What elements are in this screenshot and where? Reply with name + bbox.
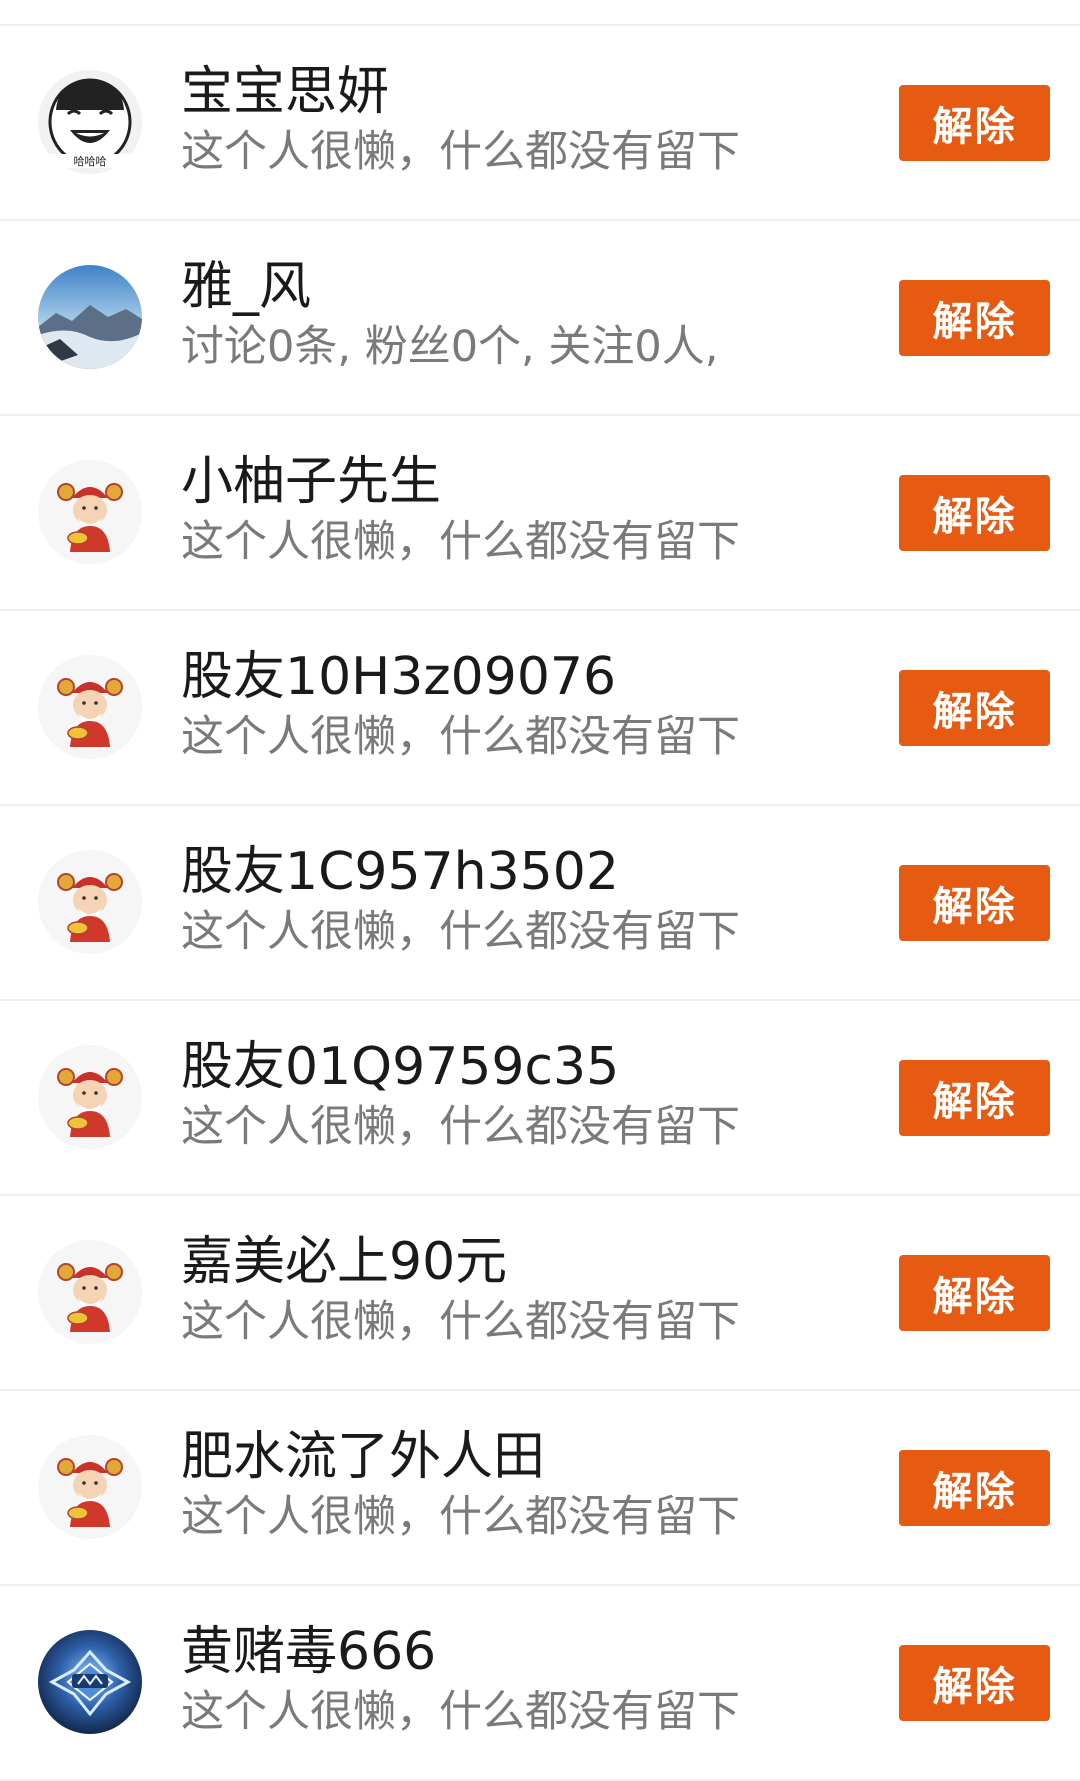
list-item[interactable]: 股友1C957h3502 这个人很懒，什么都没有留下 解除 <box>0 806 1080 1001</box>
list-item[interactable]: 雅_风 讨论0条, 粉丝0个, 关注0人, 解除 <box>0 221 1080 416</box>
game-emblem-avatar[interactable] <box>38 1630 142 1734</box>
unblock-button[interactable]: 解除 <box>899 475 1050 551</box>
user-description: 讨论0条, 粉丝0个, 关注0人, <box>181 322 719 372</box>
user-name[interactable]: 小柚子先生 <box>181 452 441 512</box>
user-name[interactable]: 股友1C957h3502 <box>181 842 619 902</box>
user-description: 这个人很懒，什么都没有留下 <box>181 1102 740 1152</box>
user-name[interactable]: 嘉美必上90元 <box>181 1232 507 1292</box>
user-name[interactable]: 黄赌毒666 <box>181 1622 436 1682</box>
user-description: 这个人很懒，什么都没有留下 <box>181 712 740 762</box>
unblock-button[interactable]: 解除 <box>899 280 1050 356</box>
unblock-button[interactable]: 解除 <box>899 85 1050 161</box>
user-name[interactable]: 宝宝思妍 <box>181 62 389 122</box>
list-item[interactable]: 嘉美必上90元 这个人很懒，什么都没有留下 解除 <box>0 1196 1080 1391</box>
user-name[interactable]: 肥水流了外人田 <box>181 1427 545 1487</box>
user-description: 这个人很懒，什么都没有留下 <box>181 517 740 567</box>
user-name[interactable]: 雅_风 <box>181 257 311 317</box>
top-divider <box>0 0 1080 26</box>
fortune-god-avatar[interactable] <box>38 850 142 954</box>
user-description: 这个人很懒，什么都没有留下 <box>181 907 740 957</box>
fortune-god-avatar[interactable] <box>38 1045 142 1149</box>
list-item[interactable]: 肥水流了外人田 这个人很懒，什么都没有留下 解除 <box>0 1391 1080 1586</box>
svg-text:哈哈哈: 哈哈哈 <box>74 155 107 168</box>
fortune-god-avatar[interactable] <box>38 1240 142 1344</box>
meme-face-avatar[interactable]: 哈哈哈 <box>38 70 142 174</box>
user-description: 这个人很懒，什么都没有留下 <box>181 1687 740 1737</box>
unblock-button[interactable]: 解除 <box>899 1060 1050 1136</box>
user-name[interactable]: 股友10H3z09076 <box>181 647 616 707</box>
list-item[interactable]: 小柚子先生 这个人很懒，什么都没有留下 解除 <box>0 416 1080 611</box>
unblock-button[interactable]: 解除 <box>899 1450 1050 1526</box>
unblock-button[interactable]: 解除 <box>899 865 1050 941</box>
list-item[interactable]: 黄赌毒666 这个人很懒，什么都没有留下 解除 <box>0 1586 1080 1781</box>
user-description: 这个人很懒，什么都没有留下 <box>181 127 740 177</box>
list-item[interactable]: 哈哈哈 宝宝思妍 这个人很懒，什么都没有留下 解除 <box>0 26 1080 221</box>
list-item[interactable]: 股友10H3z09076 这个人很懒，什么都没有留下 解除 <box>0 611 1080 806</box>
fortune-god-avatar[interactable] <box>38 655 142 759</box>
blocked-user-list: 哈哈哈 宝宝思妍 这个人很懒，什么都没有留下 解除 雅_风 讨论0条, 粉丝0个… <box>0 26 1080 1781</box>
fortune-god-avatar[interactable] <box>38 1435 142 1539</box>
user-description: 这个人很懒，什么都没有留下 <box>181 1297 740 1347</box>
user-description: 这个人很懒，什么都没有留下 <box>181 1492 740 1542</box>
mountain-photo-avatar[interactable] <box>38 265 142 369</box>
unblock-button[interactable]: 解除 <box>899 1645 1050 1721</box>
unblock-button[interactable]: 解除 <box>899 670 1050 746</box>
user-name[interactable]: 股友01Q9759c35 <box>181 1037 619 1097</box>
fortune-god-avatar[interactable] <box>38 460 142 564</box>
unblock-button[interactable]: 解除 <box>899 1255 1050 1331</box>
list-item[interactable]: 股友01Q9759c35 这个人很懒，什么都没有留下 解除 <box>0 1001 1080 1196</box>
